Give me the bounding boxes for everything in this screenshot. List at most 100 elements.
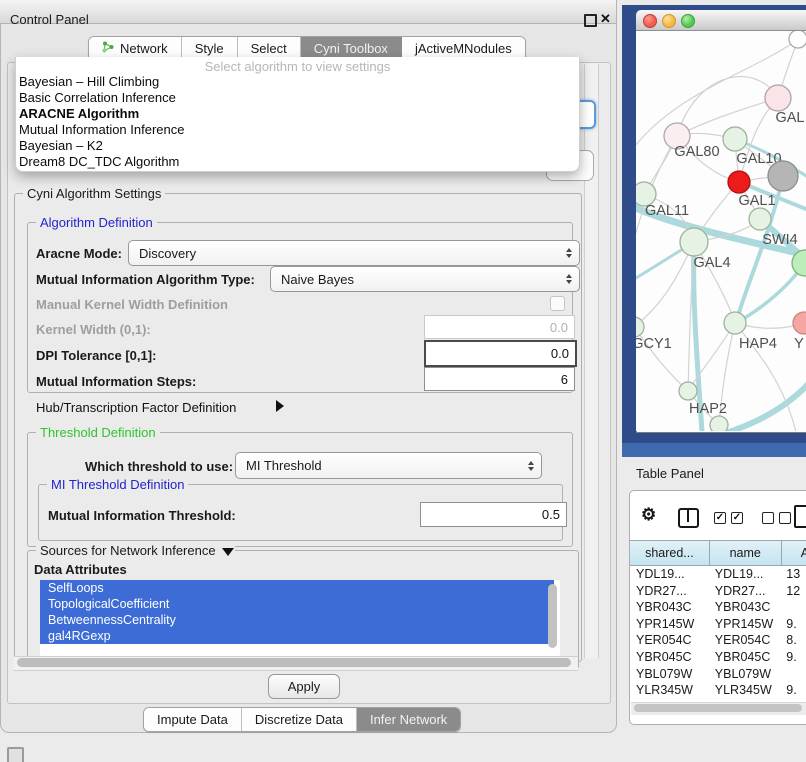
tab-label: Select	[251, 41, 287, 56]
cyni-bottom-tab-bar: Impute Data Discretize Data Infer Network	[143, 707, 461, 732]
network-node-y[interactable]	[793, 312, 806, 334]
table-cell: YPR145W	[709, 616, 780, 633]
table-cell: YDR27...	[709, 583, 780, 600]
network-node-swi4[interactable]	[749, 208, 771, 230]
dropdown-item[interactable]: Bayesian – K2	[16, 138, 579, 154]
bottom-tab-impute-data[interactable]: Impute Data	[144, 708, 242, 731]
attribute-list-item[interactable]: TopologicalCoefficient	[40, 596, 554, 612]
collapsed-panel-icon[interactable]	[7, 747, 24, 762]
tab-label: Network	[120, 41, 168, 56]
attribute-list-item[interactable]: BetweennessCentrality	[40, 612, 554, 628]
mi-type-select[interactable]: Naive Bayes	[270, 266, 580, 292]
settings-horizontal-scrollbar[interactable]	[14, 656, 578, 671]
column-header-3[interactable]: A	[782, 540, 806, 566]
node-label: GAL1	[738, 193, 775, 209]
kernel-width-field[interactable]: 0.0	[424, 315, 575, 339]
network-node-gal[interactable]	[765, 85, 791, 111]
which-threshold-select[interactable]: MI Threshold	[235, 452, 542, 479]
data-attributes-label: Data Attributes	[34, 562, 127, 577]
scrollbar-thumb[interactable]	[634, 704, 802, 712]
window-close-icon[interactable]	[643, 14, 657, 28]
kernel-width-label: Kernel Width (0,1):	[36, 322, 151, 337]
apply-button[interactable]: Apply	[268, 674, 340, 699]
expand-right-icon[interactable]	[276, 400, 284, 412]
network-canvas[interactable]: GALGAL80GAL10GAL1GAL11SWI4GAL4GCY1HAP4YH…	[636, 31, 806, 431]
spinner-arrows-icon	[566, 248, 572, 258]
mi-threshold-field[interactable]: 0.5	[420, 502, 567, 527]
network-node-hap4[interactable]	[724, 312, 746, 334]
manual-kernel-checkbox[interactable]	[550, 296, 565, 311]
tab-label: Impute Data	[157, 712, 228, 727]
table-body: YDL19...YDL19...13YDR27...YDR27...12YBR0…	[630, 566, 806, 701]
dropdown-item[interactable]: Mutual Information Inference	[16, 122, 579, 138]
aracne-mode-label: Aracne Mode:	[36, 246, 122, 261]
dpi-tolerance-field[interactable]: 0.0	[424, 340, 577, 367]
column-layout-icon[interactable]	[678, 508, 699, 528]
node-label: HAP2	[689, 401, 727, 417]
dropdown-item[interactable]: Bayesian – Hill Climbing	[16, 74, 579, 90]
column-header-1[interactable]: shared...	[630, 540, 710, 566]
table-row[interactable]: YBL079WYBL079W	[630, 666, 806, 683]
table-cell: YER054C	[709, 632, 780, 649]
table-row[interactable]: YPR145WYPR145W9.	[630, 616, 806, 633]
aracne-mode-value: Discovery	[139, 246, 196, 261]
node-label: GAL80	[674, 144, 719, 160]
network-node-hap2[interactable]	[679, 382, 697, 400]
scrollbar-thumb[interactable]	[17, 658, 571, 667]
table-cell: YIL052C	[630, 699, 709, 701]
dropdown-item[interactable]: Dream8 DC_TDC Algorithm	[16, 154, 579, 170]
tab-label: Discretize Data	[255, 712, 343, 727]
aracne-mode-select[interactable]: Discovery	[128, 240, 580, 266]
deselect-all-icon[interactable]	[762, 512, 774, 524]
mi-steps-field[interactable]: 6	[424, 367, 575, 391]
table-cell	[780, 599, 806, 616]
network-node-gal10[interactable]	[723, 127, 747, 151]
spinner-arrows-icon	[528, 461, 534, 471]
bottom-tab-discretize-data[interactable]: Discretize Data	[242, 708, 357, 731]
table-cell: 9.	[780, 649, 806, 666]
table-cell: YDR27...	[630, 583, 709, 600]
desktop-background-band	[622, 443, 806, 457]
table-row[interactable]: YLR345WYLR345W9.	[630, 682, 806, 699]
control-panel-titlebar[interactable]	[0, 0, 616, 24]
network-node-gal1[interactable]	[728, 171, 750, 193]
table-cell: YIL052C	[709, 699, 780, 701]
spinner-arrows-icon	[566, 274, 572, 284]
deselect-all-icon[interactable]	[779, 512, 791, 524]
data-attributes-list[interactable]: SelfLoopsTopologicalCoefficientBetweenne…	[40, 580, 560, 656]
network-node[interactable]	[710, 416, 728, 431]
node-label: GAL4	[693, 255, 730, 271]
collapse-down-icon[interactable]	[222, 548, 234, 556]
table-row[interactable]: YDR27...YDR27...12	[630, 583, 806, 600]
close-icon[interactable]: ✕	[600, 11, 611, 27]
table-row[interactable]: YDL19...YDL19...13	[630, 566, 806, 583]
network-node-gal4[interactable]	[680, 228, 708, 256]
window-zoom-icon[interactable]	[681, 14, 695, 28]
select-all-icon[interactable]: ✓	[731, 512, 743, 524]
dropdown-item[interactable]: Basic Correlation Inference	[16, 90, 579, 106]
network-node[interactable]	[768, 161, 798, 191]
column-header-2[interactable]: name	[710, 540, 782, 566]
window-minimize-icon[interactable]	[662, 14, 676, 28]
dropdown-items: Bayesian – Hill ClimbingBasic Correlatio…	[16, 74, 579, 170]
table-row[interactable]: YBR043CYBR043C	[630, 599, 806, 616]
node-label: SWI4	[762, 232, 797, 248]
hub-definition-toggle[interactable]: Hub/Transcription Factor Definition	[36, 400, 236, 415]
group-title: Algorithm Definition	[36, 215, 157, 230]
table-row[interactable]: YER054CYER054C8.	[630, 632, 806, 649]
bottom-tab-infer-network[interactable]: Infer Network	[357, 708, 460, 731]
network-node[interactable]	[789, 31, 806, 48]
attribute-list-item[interactable]: gal4RGexp	[40, 628, 554, 644]
attribute-list-item[interactable]: SelfLoops	[40, 580, 554, 596]
table-cell: YPR145W	[630, 616, 709, 633]
table-row[interactable]: YBR045CYBR045C9.	[630, 649, 806, 666]
select-all-icon[interactable]: ✓	[714, 512, 726, 524]
table-cell: 8.	[780, 632, 806, 649]
dropdown-item[interactable]: ARACNE Algorithm	[16, 106, 579, 122]
table-row[interactable]: YIL052CYIL052C0	[630, 699, 806, 701]
gear-icon[interactable]: ⚙	[641, 505, 656, 525]
function-builder-icon[interactable]	[794, 505, 806, 528]
float-panel-icon[interactable]	[584, 14, 597, 27]
list-scrollbar-thumb[interactable]	[548, 584, 557, 648]
group-title: Sources for Network Inference	[36, 543, 235, 558]
